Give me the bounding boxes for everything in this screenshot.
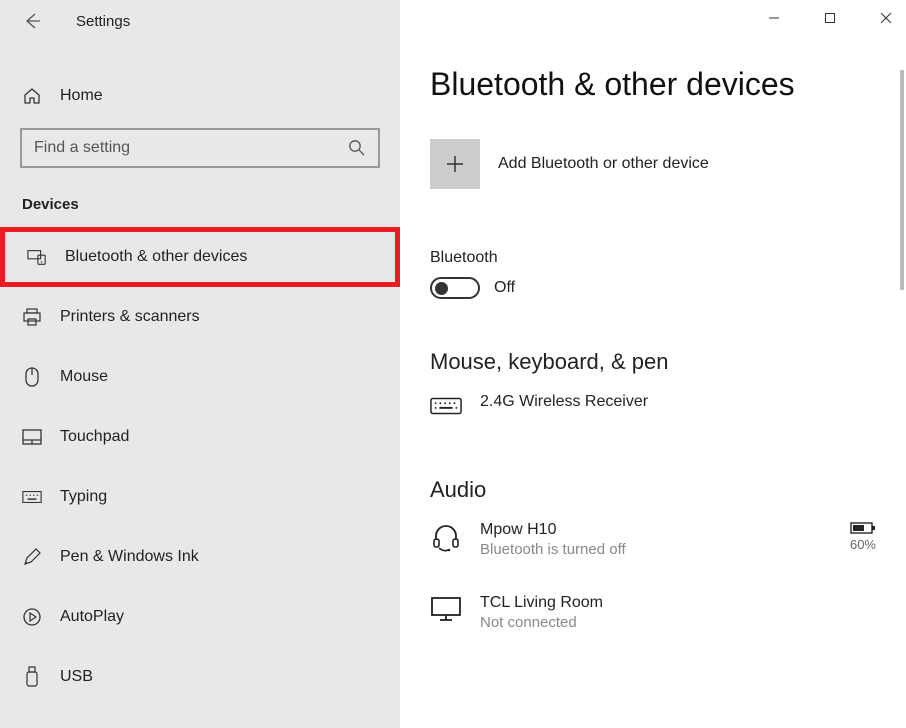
add-device-tile[interactable] xyxy=(430,139,480,189)
close-button[interactable] xyxy=(872,4,900,32)
monitor-icon xyxy=(430,594,462,622)
autoplay-icon xyxy=(22,607,42,627)
nav-item-printers-scanners[interactable]: Printers & scanners xyxy=(0,287,400,347)
headset-icon xyxy=(430,521,462,553)
maximize-icon xyxy=(824,12,836,24)
search-icon xyxy=(348,139,366,157)
nav-item-label: AutoPlay xyxy=(60,608,124,626)
nav-item-pen-windows-ink[interactable]: Pen & Windows Ink xyxy=(0,527,400,587)
main-content: Bluetooth & other devices Add Bluetooth … xyxy=(400,0,906,728)
nav-item-label: Typing xyxy=(60,488,107,506)
search-input[interactable] xyxy=(20,128,380,168)
nav-item-label: Printers & scanners xyxy=(60,308,200,326)
nav-item-touchpad[interactable]: Touchpad xyxy=(0,407,400,467)
device-name: Mpow H10 xyxy=(480,521,832,539)
nav-item-label: Bluetooth & other devices xyxy=(65,248,247,266)
mouse-icon xyxy=(22,366,42,388)
device-battery: 60% xyxy=(850,521,876,552)
plus-icon xyxy=(444,153,466,175)
back-button[interactable] xyxy=(20,12,44,30)
group-title-mouse-keyboard-pen: Mouse, keyboard, & pen xyxy=(430,349,876,375)
maximize-button[interactable] xyxy=(816,4,844,32)
device-row[interactable]: Mpow H10 Bluetooth is turned off 60% xyxy=(430,521,876,558)
device-name: TCL Living Room xyxy=(480,594,876,612)
nav-item-label: Pen & Windows Ink xyxy=(60,548,199,566)
bluetooth-state: Off xyxy=(494,279,515,297)
nav-item-label: Touchpad xyxy=(60,428,129,446)
scrollbar[interactable] xyxy=(900,70,904,290)
usb-icon xyxy=(22,666,42,688)
window-controls xyxy=(760,4,900,32)
bluetooth-toggle-row: Off xyxy=(430,277,876,299)
page-title: Bluetooth & other devices xyxy=(430,66,876,103)
nav-item-mouse[interactable]: Mouse xyxy=(0,347,400,407)
home-icon xyxy=(22,86,42,106)
nav-item-usb[interactable]: USB xyxy=(0,647,400,707)
search-container xyxy=(20,128,380,168)
sidebar: Settings Home Devices Bluetooth & other … xyxy=(0,0,400,728)
app-title: Settings xyxy=(76,13,130,30)
nav-home-label: Home xyxy=(60,87,103,105)
battery-icon xyxy=(850,521,876,535)
nav-item-autoplay[interactable]: AutoPlay xyxy=(0,587,400,647)
group-title-audio: Audio xyxy=(430,477,876,503)
device-status: Bluetooth is turned off xyxy=(480,541,832,558)
nav-home[interactable]: Home xyxy=(0,72,400,120)
bluetooth-toggle[interactable] xyxy=(430,277,480,299)
pen-icon xyxy=(22,547,42,567)
section-heading: Devices xyxy=(0,182,400,227)
nav-item-bluetooth-other-devices[interactable]: Bluetooth & other devices xyxy=(0,227,400,287)
minimize-icon xyxy=(768,12,780,24)
add-device-label: Add Bluetooth or other device xyxy=(498,155,709,173)
nav-item-label: USB xyxy=(60,668,93,686)
keyboard-icon xyxy=(22,490,42,504)
printer-icon xyxy=(22,307,42,327)
close-icon xyxy=(880,12,892,24)
keyboard-device-icon xyxy=(430,393,462,417)
add-device-row[interactable]: Add Bluetooth or other device xyxy=(430,139,876,189)
nav-item-label: Mouse xyxy=(60,368,108,386)
bluetooth-label: Bluetooth xyxy=(430,249,876,267)
toggle-knob xyxy=(435,282,448,295)
minimize-button[interactable] xyxy=(760,4,788,32)
title-bar: Settings xyxy=(0,8,400,42)
device-row[interactable]: TCL Living Room Not connected xyxy=(430,594,876,631)
devices-icon xyxy=(27,248,47,266)
touchpad-icon xyxy=(22,429,42,445)
nav-item-typing[interactable]: Typing xyxy=(0,467,400,527)
device-name: 2.4G Wireless Receiver xyxy=(480,393,876,411)
device-status: Not connected xyxy=(480,614,876,631)
nav-list: Bluetooth & other devices Printers & sca… xyxy=(0,227,400,707)
back-arrow-icon xyxy=(23,12,41,30)
battery-percentage: 60% xyxy=(850,537,876,552)
device-row[interactable]: 2.4G Wireless Receiver xyxy=(430,393,876,417)
